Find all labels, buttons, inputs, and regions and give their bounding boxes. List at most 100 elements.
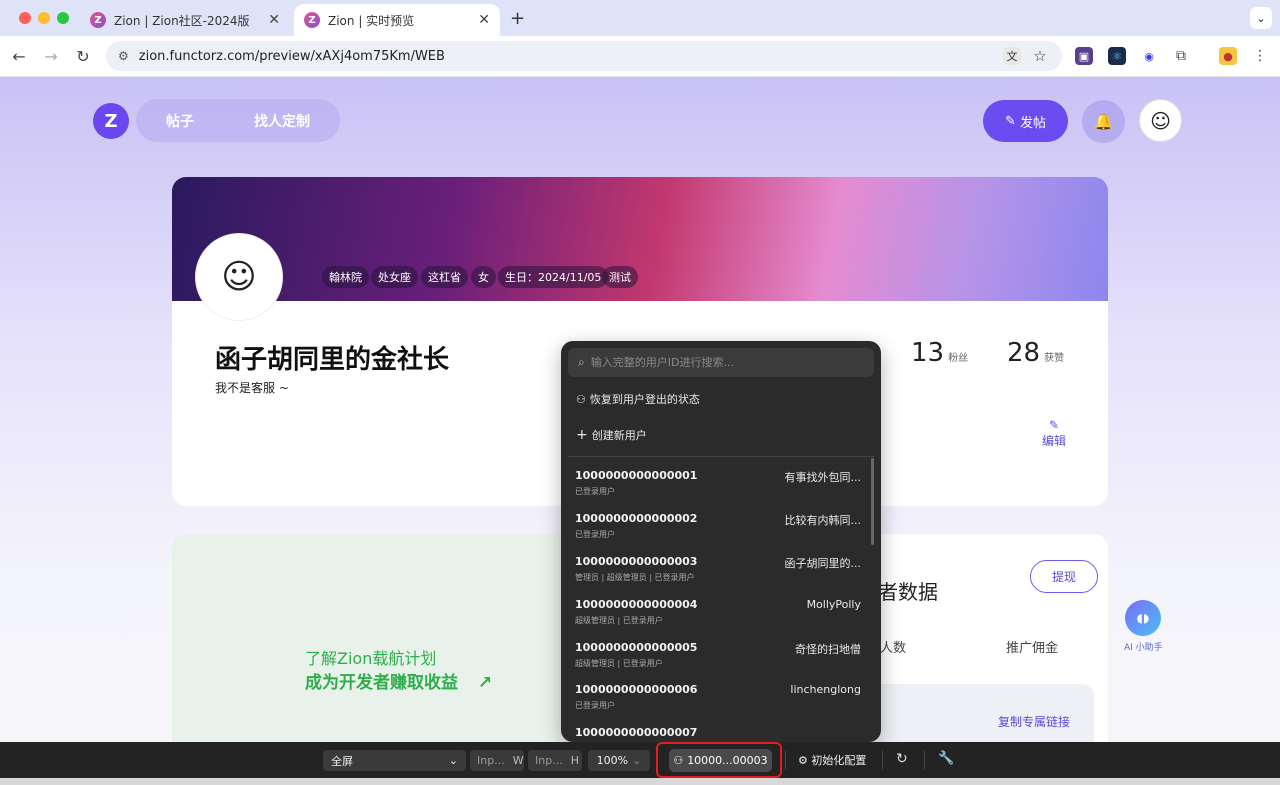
user-list-item[interactable]: 1000000000000005 奇怪的扫地僧 超级管理员 | 已登录用户 xyxy=(561,639,873,682)
user-avatar[interactable]: ☺ xyxy=(1139,99,1182,142)
tab-title: Zion | 实时预览 xyxy=(328,13,415,28)
current-user-button[interactable]: ⚇ 10000...00003 xyxy=(669,749,772,772)
user-name: MollyPolly xyxy=(806,598,861,611)
width-input[interactable]: Inp... W xyxy=(470,750,524,771)
user-list-item[interactable]: 1000000000000006 linchenglong 已登录用户 xyxy=(561,681,873,724)
fans-count: 13 xyxy=(911,338,945,368)
promo-line-2[interactable]: 成为开发者赚取收益 ↗ xyxy=(305,668,492,693)
browser-tab-2[interactable]: Z Zion | 实时预览 ✕ xyxy=(294,4,500,36)
user-search-box[interactable]: ⌕ xyxy=(568,348,874,377)
wrench-icon[interactable]: 🔧 xyxy=(938,751,954,766)
tab-title: Zion | Zion社区-2024版 xyxy=(114,13,250,28)
height-input[interactable]: Inp... H xyxy=(528,750,582,771)
window-maximize-button[interactable] xyxy=(57,12,69,24)
url-text: zion.functorz.com/preview/xAXj4om75Km/WE… xyxy=(138,48,445,64)
fans-stat[interactable]: 13 粉丝 xyxy=(911,338,968,368)
edit-label: 编辑 xyxy=(1041,434,1066,448)
refresh-icon[interactable]: ↻ xyxy=(896,751,908,767)
zoom-select[interactable]: 100% ⌄ xyxy=(588,750,650,771)
zion-favicon-icon: Z xyxy=(304,12,320,28)
user-roles: 已登录用户 xyxy=(575,487,615,496)
user-list-item[interactable]: 1000000000000002 比较有内韩同... 已登录用户 xyxy=(561,510,873,553)
tab-close-icon[interactable]: ✕ xyxy=(268,12,280,28)
profile-tag: 处女座 xyxy=(371,266,418,288)
browser-menu-icon[interactable]: ⋮ xyxy=(1251,47,1269,65)
chevron-down-icon: ⌄ xyxy=(632,754,642,767)
init-config-button[interactable]: ⚙ 初始化配置 xyxy=(798,752,866,768)
chevron-down-icon: ⌄ xyxy=(448,754,458,767)
create-user-option[interactable]: + 创建新用户 xyxy=(576,427,647,443)
tab-search-icon[interactable]: ⌄ xyxy=(1250,7,1272,29)
profile-avatar[interactable]: ☺ xyxy=(196,234,282,320)
fans-label: 粉丝 xyxy=(948,353,969,364)
nav-item-posts[interactable]: 帖子 xyxy=(166,111,194,131)
forward-icon[interactable]: → xyxy=(41,47,61,66)
main-nav: 帖子 找人定制 xyxy=(136,99,340,142)
toolbar-divider xyxy=(882,751,883,769)
toolbar-divider xyxy=(785,751,786,769)
width-label: W xyxy=(512,754,524,767)
profile-tag: 生日：2024/11/05 xyxy=(498,266,609,288)
user-icon: ⚇ xyxy=(673,754,684,767)
ai-assistant-label[interactable]: AI 小助手 xyxy=(1124,640,1163,653)
promo-panel xyxy=(172,534,572,754)
likes-label: 获赞 xyxy=(1044,353,1065,364)
new-tab-icon[interactable]: + xyxy=(510,8,525,29)
post-button-label: 发帖 xyxy=(1019,115,1046,131)
user-roles: 超级管理员 | 已登录用户 xyxy=(575,616,663,625)
commission-label: 推广佣金 xyxy=(1006,641,1059,656)
user-list-item[interactable]: 1000000000000003 函子胡同里的... 管理员 | 超级管理员 |… xyxy=(561,553,873,596)
profile-tag: 这杠省 xyxy=(421,266,468,288)
notification-bell-icon[interactable]: 🔔 xyxy=(1082,100,1125,143)
profile-tag: 翰林院 xyxy=(322,266,369,288)
react-devtools-icon[interactable]: ⚛ xyxy=(1108,47,1126,65)
reload-icon[interactable]: ↻ xyxy=(73,47,93,66)
user-roles: 已登录用户 xyxy=(575,530,615,539)
plus-icon: + xyxy=(576,427,588,443)
profile-name: 函子胡同里的金社长 xyxy=(215,345,450,375)
translate-icon[interactable]: 文 xyxy=(1003,47,1021,65)
profile-tag: 女 xyxy=(471,266,496,288)
url-field[interactable]: ⚙ zion.functorz.com/preview/xAXj4om75Km/… xyxy=(106,41,1062,71)
restore-logged-out-option[interactable]: ⚇ 恢复到用户登出的状态 xyxy=(576,391,700,407)
bookmark-star-icon[interactable]: ☆ xyxy=(1031,47,1049,65)
width-input-value: Inp... xyxy=(477,754,505,767)
copy-link-button[interactable]: 复制专属链接 xyxy=(998,713,1070,730)
extensions-puzzle-icon[interactable]: ⧉ xyxy=(1172,47,1190,65)
user-id: 1000000000000004 xyxy=(575,598,698,611)
user-id: 1000000000000001 xyxy=(575,469,698,482)
back-icon[interactable]: ← xyxy=(9,47,29,66)
promo-line-2-text: 成为开发者赚取收益 xyxy=(305,673,458,693)
user-roles: 已登录用户 xyxy=(575,701,615,710)
device-select[interactable]: 全屏 ⌄ xyxy=(323,750,466,771)
tab-close-icon[interactable]: ✕ xyxy=(478,12,490,28)
user-id: 1000000000000002 xyxy=(575,512,698,525)
dropdown-scrollbar[interactable] xyxy=(871,458,874,545)
user-roles: 超级管理员 | 已登录用户 xyxy=(575,659,663,668)
site-info-icon[interactable]: ⚙ xyxy=(118,49,129,63)
nav-item-find-custom[interactable]: 找人定制 xyxy=(254,111,310,131)
restore-label: 恢复到用户登出的状态 xyxy=(589,393,700,406)
extension-1-icon[interactable]: ▣ xyxy=(1075,47,1093,65)
user-list-item[interactable]: 1000000000000004 MollyPolly 超级管理员 | 已登录用… xyxy=(561,596,873,639)
profile-icon[interactable]: ● xyxy=(1219,47,1237,65)
extension-3-icon[interactable]: ◉ xyxy=(1140,47,1158,65)
window-close-button[interactable] xyxy=(19,12,31,24)
user-list-item[interactable]: 1000000000000007 xyxy=(561,724,873,742)
user-reset-icon: ⚇ xyxy=(576,392,586,406)
user-roles: 管理员 | 超级管理员 | 已登录用户 xyxy=(575,573,695,582)
likes-stat[interactable]: 28 获赞 xyxy=(1007,338,1064,368)
zion-logo[interactable]: Z xyxy=(93,103,129,139)
ai-assistant-icon[interactable]: ◖◗ xyxy=(1125,600,1161,636)
arrow-up-right-icon: ↗ xyxy=(477,673,493,693)
toolbar-divider xyxy=(924,751,925,769)
user-list-item[interactable]: 1000000000000001 有事找外包同... 已登录用户 xyxy=(561,467,873,510)
browser-tab-1[interactable]: Z Zion | Zion社区-2024版 ✕ xyxy=(80,4,290,36)
user-id-search-input[interactable] xyxy=(590,356,851,369)
withdraw-button[interactable]: 提现 xyxy=(1030,560,1098,593)
window-minimize-button[interactable] xyxy=(38,12,50,24)
zoom-value: 100% xyxy=(596,754,629,767)
promo-line-1[interactable]: 了解Zion载航计划 xyxy=(305,645,436,669)
edit-profile-button[interactable]: ✎ 编辑 xyxy=(1038,418,1070,449)
post-button[interactable]: ✎ 发帖 xyxy=(983,100,1068,142)
